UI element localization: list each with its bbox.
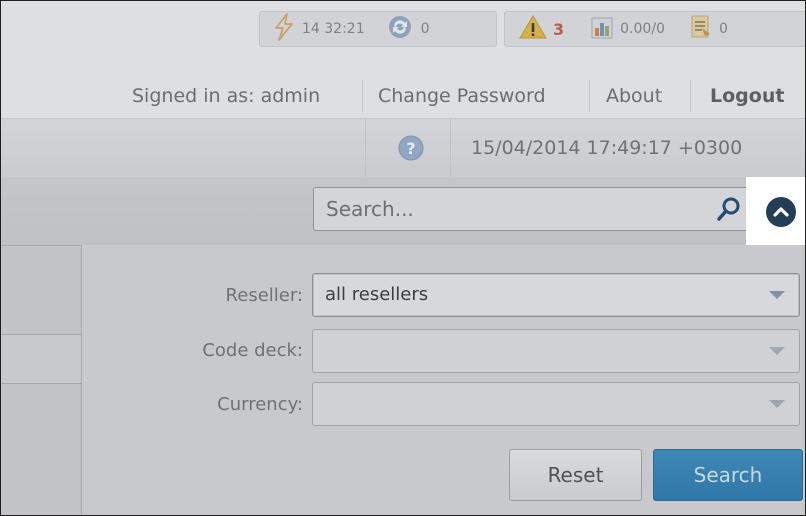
currency-label: Currency: [217,394,303,415]
status-group-metrics: 3 0.00/0 0 [504,11,805,47]
chevron-down-icon [769,400,785,408]
sync-icon [387,14,415,44]
reseller-value: all resellers [325,284,429,305]
lightning-icon [272,13,296,45]
warning-icon [519,14,547,44]
jobs-value: 0 [718,21,728,37]
document-icon [689,14,713,44]
reset-button[interactable]: Reset [509,449,642,501]
search-box [313,187,751,231]
chevron-up-icon [773,207,789,217]
svg-text:?: ? [406,139,415,158]
billing-indicator[interactable]: 0.00/0 [590,14,665,44]
billing-value: 0.00/0 [620,21,665,37]
user-menu: Signed in as: admin Change Password Abou… [1,77,805,115]
toolbar [1,177,805,245]
reseller-select[interactable]: all resellers [312,273,800,317]
change-password-link[interactable]: Change Password [378,77,546,115]
divider [362,80,363,112]
uptime-value: 14 32:21 [302,21,365,37]
status-group-system: 14 32:21 0 [259,11,497,47]
collapse-button[interactable] [766,197,796,227]
divider [365,119,366,177]
search-input[interactable] [314,188,704,230]
clock-bar: ? 15/04/2014 17:49:17 +0300 [1,118,805,178]
uptime-indicator[interactable]: 14 32:21 [272,13,365,45]
help-icon[interactable]: ? [398,135,424,165]
alerts-value: 3 [553,19,565,39]
divider [450,119,451,177]
jobs-indicator[interactable]: 0 [689,14,728,44]
reseller-label: Reseller: [225,285,303,306]
alerts-indicator[interactable]: 3 [519,14,564,44]
app-window: 14 32:21 0 3 0.00/0 0 Signed in as: admi… [0,0,806,516]
about-link[interactable]: About [606,77,662,115]
sync-value: 0 [420,21,430,37]
logout-link[interactable]: Logout [710,77,784,115]
header-status-area: 14 32:21 0 3 0.00/0 0 Signed in as: admi… [1,1,805,118]
search-icon[interactable] [716,196,742,222]
chevron-down-icon [769,347,785,355]
divider [690,80,691,112]
signed-in-label: Signed in as: admin [132,85,321,107]
search-button[interactable]: Search [653,449,803,501]
chevron-down-icon [769,291,785,299]
divider [589,80,590,112]
bar-chart-icon [590,14,614,44]
currency-select[interactable] [312,382,800,426]
code-deck-label: Code deck: [202,340,303,361]
code-deck-select[interactable] [312,329,800,373]
sync-indicator[interactable]: 0 [387,14,430,44]
server-clock: 15/04/2014 17:49:17 +0300 [471,137,743,159]
